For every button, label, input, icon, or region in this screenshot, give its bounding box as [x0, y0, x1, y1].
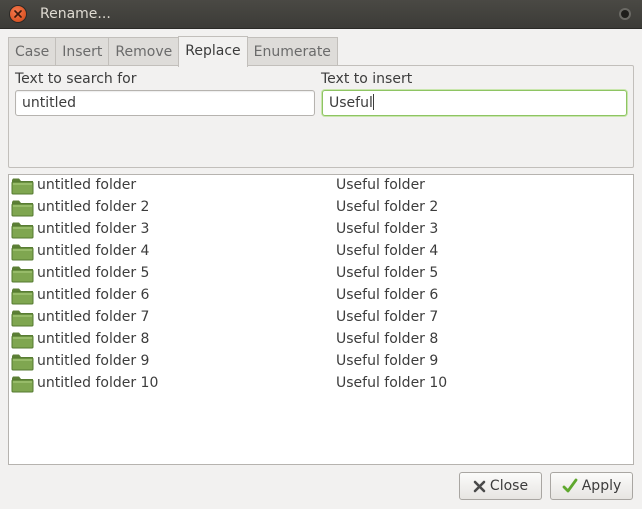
search-label: Text to search for — [15, 71, 137, 87]
search-field[interactable]: untitled — [15, 90, 315, 116]
original-name: untitled folder 2 — [37, 199, 150, 215]
search-field-value: untitled — [22, 95, 77, 111]
close-button-label: Close — [489, 478, 529, 494]
original-name: untitled folder 6 — [37, 287, 150, 303]
new-name: Useful folder — [336, 177, 425, 193]
tab-enumerate[interactable]: Enumerate — [247, 37, 338, 66]
original-name: untitled folder 8 — [37, 331, 150, 347]
new-name: Useful folder 3 — [336, 221, 439, 237]
folder-icon — [11, 287, 34, 305]
text-caret — [372, 94, 374, 110]
new-name: Useful folder 10 — [336, 375, 448, 391]
tab-remove[interactable]: Remove — [108, 37, 179, 66]
list-item[interactable]: untitled folder 7 Useful folder 7 — [9, 307, 633, 329]
list-item[interactable]: untitled folder 9 Useful folder 9 — [9, 351, 633, 373]
list-item[interactable]: untitled folder 8 Useful folder 8 — [9, 329, 633, 351]
new-name: Useful folder 8 — [336, 331, 439, 347]
folder-icon — [11, 199, 34, 217]
folder-icon — [11, 265, 34, 283]
list-item[interactable]: untitled folder 5 Useful folder 5 — [9, 263, 633, 285]
folder-icon — [11, 375, 34, 393]
original-name: untitled folder 10 — [37, 375, 159, 391]
insert-field-value: Useful — [329, 95, 373, 111]
original-name: untitled folder 7 — [37, 309, 150, 325]
folder-icon — [11, 243, 34, 261]
insert-label: Text to insert — [321, 71, 413, 87]
window-title: Rename... — [40, 6, 111, 22]
apply-button[interactable]: Apply — [550, 472, 633, 500]
original-name: untitled folder 5 — [37, 265, 150, 281]
list-item[interactable]: untitled folder 6 Useful folder 6 — [9, 285, 633, 307]
folder-icon — [11, 309, 34, 327]
new-name: Useful folder 5 — [336, 265, 439, 281]
list-item[interactable]: untitled folder 3 Useful folder 3 — [9, 219, 633, 241]
preview-list[interactable]: untitled folder Useful folder untitled fol… — [8, 174, 634, 465]
new-name: Useful folder 7 — [336, 309, 439, 325]
new-name: Useful folder 4 — [336, 243, 439, 259]
list-item[interactable]: untitled folder Useful folder — [9, 175, 633, 197]
checkmark-icon — [562, 478, 578, 493]
close-button[interactable]: Close — [459, 472, 542, 500]
tab-case[interactable]: Case — [8, 37, 56, 66]
new-name: Useful folder 6 — [336, 287, 439, 303]
original-name: untitled folder 9 — [37, 353, 150, 369]
close-icon — [14, 10, 22, 18]
replace-panel: Text to search for untitled Text to inse… — [8, 65, 634, 168]
new-name: Useful folder 9 — [336, 353, 439, 369]
original-name: untitled folder 4 — [37, 243, 150, 259]
folder-icon — [11, 331, 34, 349]
tab-bar: Case Insert Remove Replace Enumerate — [8, 36, 338, 67]
original-name: untitled folder 3 — [37, 221, 150, 237]
window-close-button[interactable] — [10, 6, 26, 22]
folder-icon — [11, 177, 34, 195]
title-bar: Rename... — [0, 0, 642, 29]
tab-replace[interactable]: Replace — [178, 36, 248, 67]
folder-icon — [11, 221, 34, 239]
list-item[interactable]: untitled folder 4 Useful folder 4 — [9, 241, 633, 263]
folder-icon — [11, 353, 34, 371]
new-name: Useful folder 2 — [336, 199, 439, 215]
list-item[interactable]: untitled folder 2 Useful folder 2 — [9, 197, 633, 219]
window-menu-dot[interactable] — [621, 10, 629, 18]
close-x-icon — [473, 480, 486, 492]
apply-button-label: Apply — [581, 478, 622, 494]
tab-insert[interactable]: Insert — [55, 37, 109, 66]
original-name: untitled folder — [37, 177, 137, 193]
insert-field[interactable]: Useful — [322, 90, 627, 116]
list-item[interactable]: untitled folder 10 Useful folder 10 — [9, 373, 633, 395]
